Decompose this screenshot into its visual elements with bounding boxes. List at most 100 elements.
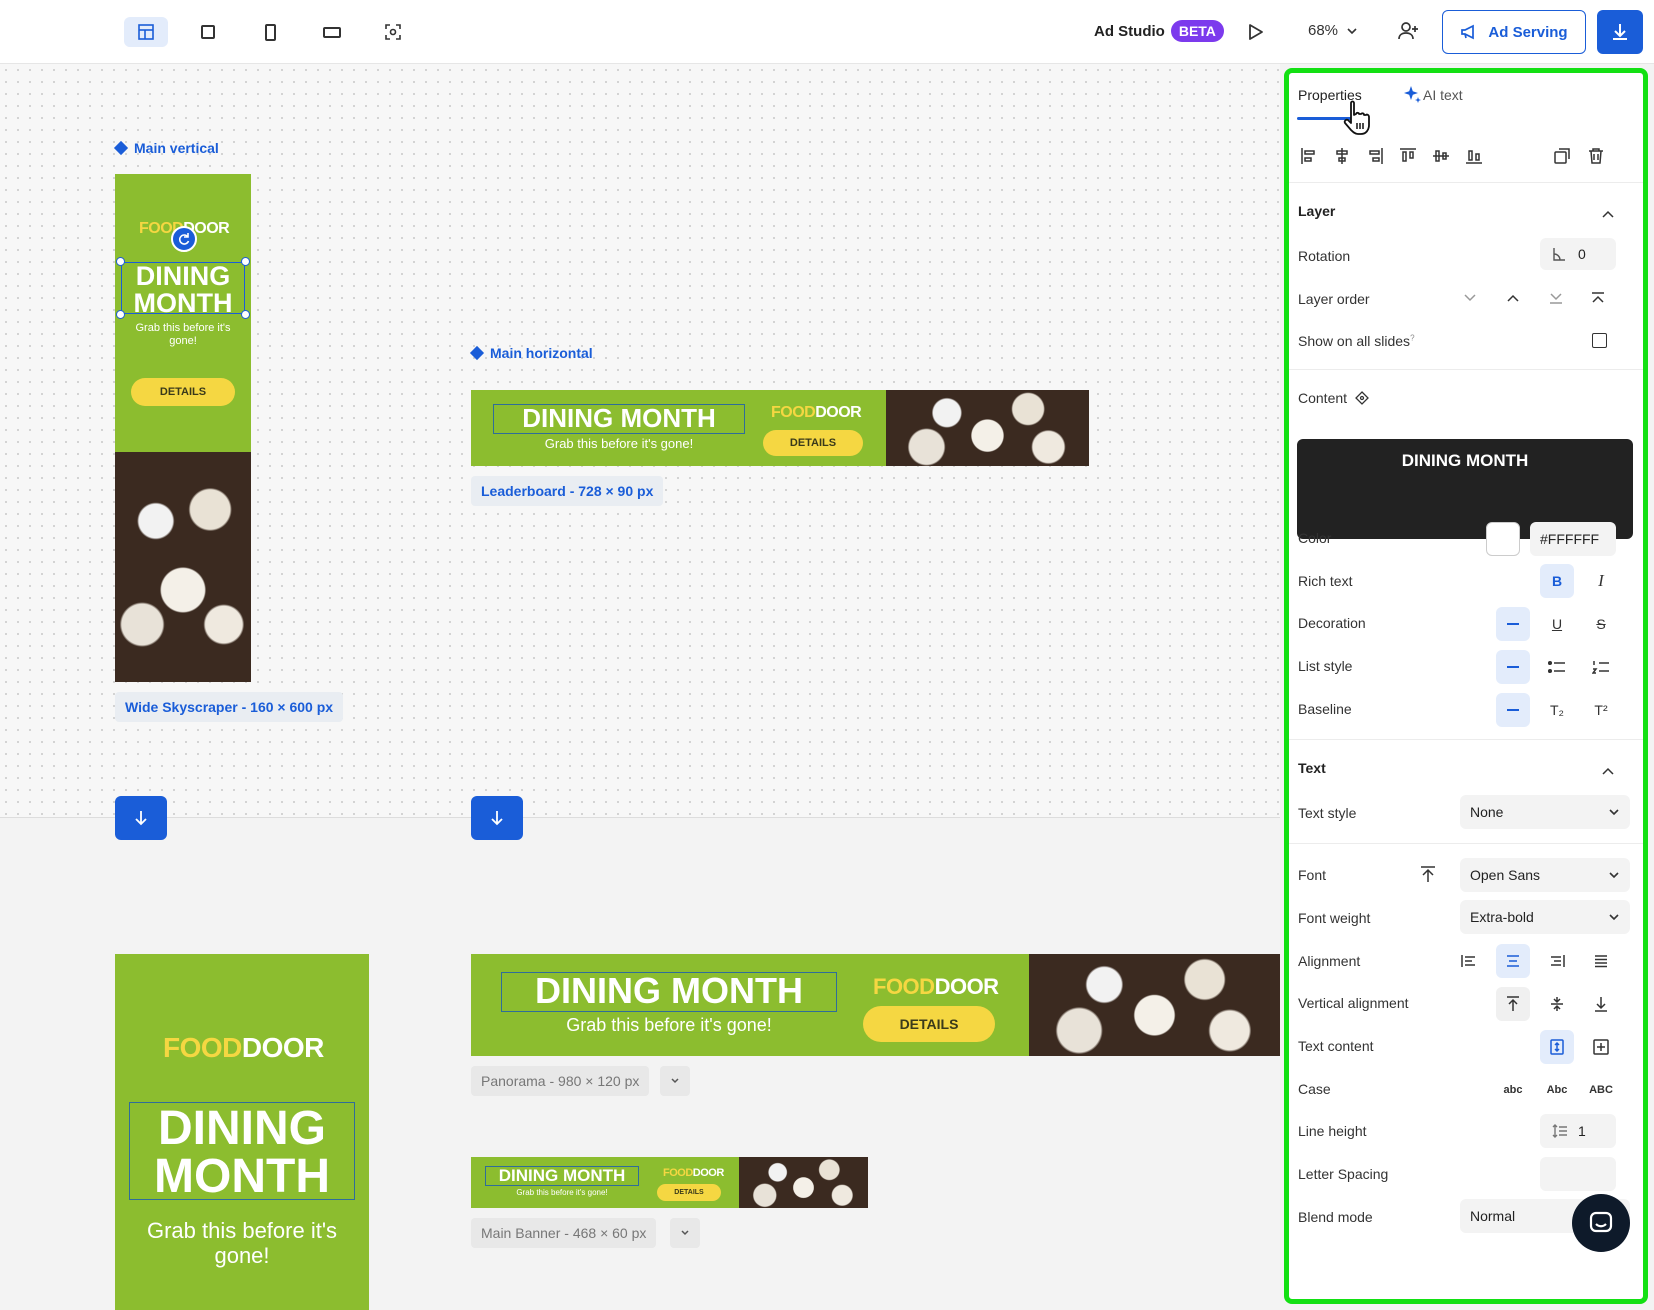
valign-bottom-icon[interactable] xyxy=(1584,987,1618,1021)
beta-badge: BETA xyxy=(1170,20,1224,42)
ad-main-banner[interactable]: DINING MONTH Grab this before it's gone!… xyxy=(471,1157,868,1208)
send-backward-icon[interactable] xyxy=(1459,287,1481,309)
valign-top-icon[interactable] xyxy=(1496,987,1530,1021)
size-chip-skyscraper[interactable]: Wide Skyscraper - 160 × 600 px xyxy=(115,692,344,722)
square-icon[interactable] xyxy=(186,17,230,47)
dash-icon xyxy=(1507,709,1519,711)
valign-middle-icon[interactable] xyxy=(1540,987,1574,1021)
upload-font-icon[interactable] xyxy=(1419,865,1437,888)
align-center-h-icon[interactable] xyxy=(1331,145,1353,167)
bring-forward-icon[interactable] xyxy=(1502,287,1524,309)
auto-height-icon[interactable] xyxy=(1540,1030,1574,1064)
baseline-normal-button[interactable] xyxy=(1496,693,1530,727)
content-label-text: Content xyxy=(1298,390,1348,406)
chevron-up-icon[interactable] xyxy=(1601,206,1615,224)
selected-title-text[interactable]: DINING MONTH xyxy=(121,262,245,317)
details-button: DETAILS xyxy=(863,1006,995,1042)
chat-launcher-button[interactable] xyxy=(1572,1194,1630,1252)
rotation-field[interactable]: 0 xyxy=(1540,238,1616,270)
align-top-icon[interactable] xyxy=(1397,145,1419,167)
diamond-outline-icon[interactable] xyxy=(1355,391,1369,405)
top-toolbar: Ad Studio BETA 68% Ad Serving xyxy=(0,0,1654,64)
show-all-checkbox[interactable] xyxy=(1592,333,1607,348)
size-chip-panorama[interactable]: Panorama - 980 × 120 px xyxy=(471,1066,650,1096)
color-hex-input[interactable]: #FFFFFF xyxy=(1530,522,1616,556)
align-middle-icon[interactable] xyxy=(1430,145,1452,167)
section-text[interactable]: Text xyxy=(1298,760,1326,776)
text-align-center-icon[interactable] xyxy=(1496,944,1530,978)
add-user-icon[interactable] xyxy=(1396,19,1422,45)
chevron-up-icon[interactable] xyxy=(1601,763,1615,781)
download-button[interactable] xyxy=(1597,10,1643,54)
title-text: DINING MONTH xyxy=(129,1102,355,1201)
chevron-down-icon[interactable] xyxy=(670,1218,700,1248)
chevron-down-icon[interactable] xyxy=(660,1066,690,1096)
food-image xyxy=(886,390,1089,466)
ad-skyscraper[interactable]: FOODDOOR DINING MONTH Grab this before i… xyxy=(115,174,251,682)
font-weight-select[interactable]: Extra-bold xyxy=(1460,900,1630,934)
color-label: Color xyxy=(1298,530,1332,546)
lowercase-button[interactable]: abc xyxy=(1496,1073,1530,1107)
numbered-list-icon[interactable] xyxy=(1584,650,1618,684)
landscape-icon[interactable] xyxy=(310,17,354,47)
line-height-field[interactable]: 1 xyxy=(1540,1114,1616,1148)
text-justify-icon[interactable] xyxy=(1584,944,1618,978)
uppercase-button[interactable]: ABC xyxy=(1584,1073,1618,1107)
text-style-select[interactable]: None xyxy=(1460,795,1630,829)
bullet-list-icon[interactable] xyxy=(1540,650,1574,684)
resize-handle[interactable] xyxy=(116,257,125,266)
frame-name: Main horizontal xyxy=(490,345,593,361)
resize-handle[interactable] xyxy=(116,310,125,319)
title-line: DINING xyxy=(158,1102,326,1155)
details-button: DETAILS xyxy=(657,1184,721,1201)
text-align-right-icon[interactable] xyxy=(1540,944,1574,978)
trash-icon[interactable] xyxy=(1585,145,1607,167)
ad-large-vertical[interactable]: FOODDOOR DINING MONTH Grab this before i… xyxy=(115,954,369,1310)
frame-label-vertical[interactable]: Main vertical xyxy=(113,140,219,156)
section-layer[interactable]: Layer xyxy=(1298,203,1335,219)
align-left-icon[interactable] xyxy=(1298,145,1320,167)
zoom-select[interactable]: 68% xyxy=(1308,22,1358,39)
no-decoration-button[interactable] xyxy=(1496,607,1530,641)
ad-panorama[interactable]: DINING MONTH Grab this before it's gone!… xyxy=(471,954,1280,1056)
italic-button[interactable]: I xyxy=(1584,564,1618,598)
bold-button[interactable]: B xyxy=(1540,564,1574,598)
focus-icon[interactable] xyxy=(371,17,415,47)
title-text: DINING MONTH xyxy=(501,972,837,1012)
underline-button[interactable]: U xyxy=(1540,607,1574,641)
rotate-handle-icon[interactable] xyxy=(171,226,197,252)
bring-to-front-icon[interactable] xyxy=(1587,287,1609,309)
design-canvas[interactable]: Main vertical FOODDOOR DINING MONTH Grab… xyxy=(0,64,1280,1310)
text-align-left-icon[interactable] xyxy=(1452,944,1486,978)
align-bottom-icon[interactable] xyxy=(1463,145,1485,167)
subscript-button[interactable]: T₂ xyxy=(1540,693,1574,727)
titlecase-button[interactable]: Abc xyxy=(1540,1073,1574,1107)
portrait-icon[interactable] xyxy=(248,17,292,47)
align-right-icon[interactable] xyxy=(1364,145,1386,167)
font-select[interactable]: Open Sans xyxy=(1460,858,1630,892)
fixed-size-icon[interactable] xyxy=(1584,1030,1618,1064)
ad-serving-button[interactable]: Ad Serving xyxy=(1442,10,1586,54)
no-list-button[interactable] xyxy=(1496,650,1530,684)
size-chip-main-banner[interactable]: Main Banner - 468 × 60 px xyxy=(471,1218,657,1248)
text-style-label: Text style xyxy=(1298,805,1357,821)
color-swatch[interactable] xyxy=(1486,522,1520,556)
layout-icon[interactable] xyxy=(124,17,168,47)
size-chip-leaderboard[interactable]: Leaderboard - 728 × 90 px xyxy=(471,476,664,506)
duplicate-icon[interactable] xyxy=(1551,145,1573,167)
ad-leaderboard[interactable]: DINING MONTH Grab this before it's gone!… xyxy=(471,390,1089,466)
strikethrough-button[interactable]: S xyxy=(1584,607,1618,641)
resize-handle[interactable] xyxy=(241,257,250,266)
frame-download-button[interactable] xyxy=(115,796,167,840)
resize-handle[interactable] xyxy=(241,310,250,319)
letter-spacing-field[interactable] xyxy=(1540,1157,1616,1191)
frame-download-button[interactable] xyxy=(471,796,523,840)
superscript-button[interactable]: T² xyxy=(1584,693,1618,727)
play-icon[interactable] xyxy=(1244,20,1268,44)
send-to-back-icon[interactable] xyxy=(1545,287,1567,309)
rotation-value: 0 xyxy=(1578,246,1586,262)
frame-label-horizontal[interactable]: Main horizontal xyxy=(469,345,593,361)
diamond-icon xyxy=(113,140,129,156)
tab-ai-text[interactable]: AI text xyxy=(1423,87,1463,103)
font-label: Font xyxy=(1298,867,1327,883)
